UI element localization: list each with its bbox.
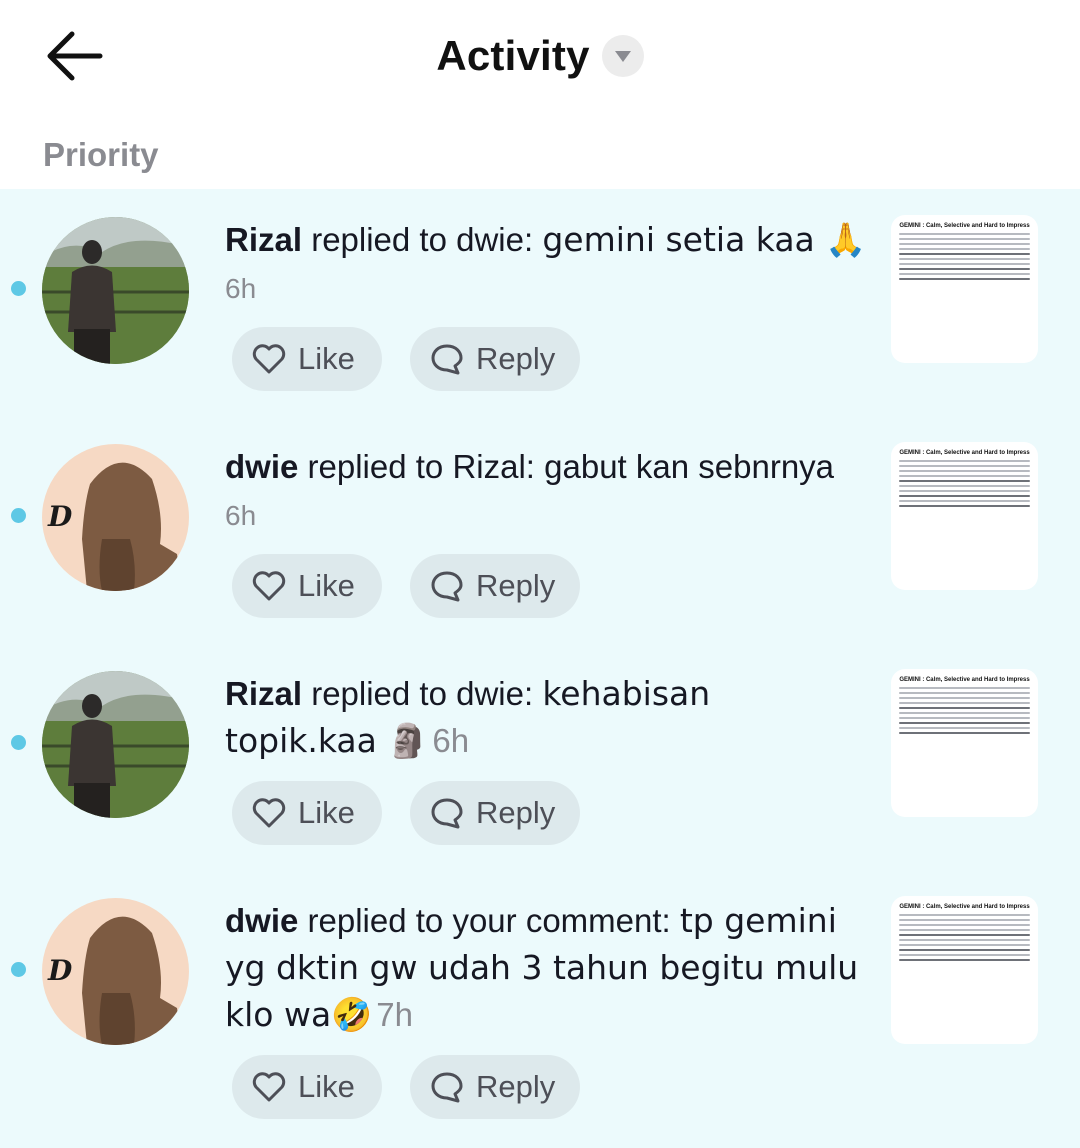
comment-message: gemini setia kaa 🙏 [542, 220, 867, 259]
hijab-avatar-icon: D [42, 444, 189, 591]
thumbnail-title: GEMINI : Calm, Selective and Hard to Imp… [899, 904, 1030, 910]
username[interactable]: dwie [225, 902, 298, 939]
like-button[interactable]: Like [232, 327, 382, 391]
activity-text: dwie replied to Rizal: gabut kan sebnrny… [225, 443, 870, 490]
reply-button[interactable]: Reply [410, 1055, 580, 1119]
post-thumbnail[interactable]: GEMINI : Calm, Selective and Hard to Imp… [891, 442, 1038, 590]
thumbnail-title: GEMINI : Calm, Selective and Hard to Imp… [899, 450, 1030, 456]
unread-dot [11, 735, 26, 750]
reply-label: Reply [476, 1069, 556, 1104]
like-label: Like [298, 1069, 355, 1104]
post-thumbnail[interactable]: GEMINI : Calm, Selective and Hard to Imp… [891, 215, 1038, 363]
svg-text:D: D [47, 500, 73, 533]
speech-bubble-icon [431, 1072, 463, 1103]
heart-icon [252, 344, 286, 374]
reply-label: Reply [476, 341, 556, 376]
section-label-priority: Priority [43, 136, 159, 173]
timestamp: 6h [225, 273, 257, 304]
timestamp: 7h [376, 996, 413, 1033]
timestamp: 6h [225, 500, 257, 531]
unread-dot [11, 281, 26, 296]
activity-text: Rizal replied to dwie: kehabisan topik.k… [225, 670, 785, 764]
heart-icon [252, 571, 286, 601]
like-label: Like [298, 568, 355, 603]
comment-message: gabut kan sebnrnya [544, 448, 835, 485]
svg-text:D: D [47, 954, 73, 987]
timestamp: 6h [432, 722, 470, 759]
avatar[interactable] [42, 217, 189, 364]
hijab-avatar-icon: D [42, 898, 189, 1045]
avatar[interactable]: D [42, 444, 189, 591]
thumbnail-title: GEMINI : Calm, Selective and Hard to Imp… [899, 677, 1030, 683]
activity-action: replied to dwie: [302, 221, 543, 258]
avatar[interactable] [42, 671, 189, 818]
landscape-avatar-icon [42, 671, 189, 818]
post-thumbnail[interactable]: GEMINI : Calm, Selective and Hard to Imp… [891, 896, 1038, 1044]
activity-action: replied to dwie: [302, 675, 543, 712]
title-group: Activity [0, 32, 1080, 80]
landscape-avatar-icon [42, 217, 189, 364]
thumbnail-title: GEMINI : Calm, Selective and Hard to Imp… [899, 223, 1030, 229]
reply-button[interactable]: Reply [410, 327, 580, 391]
username[interactable]: Rizal [225, 675, 302, 712]
dropdown-caret-icon[interactable] [601, 35, 644, 77]
reply-label: Reply [476, 795, 556, 830]
post-thumbnail[interactable]: GEMINI : Calm, Selective and Hard to Imp… [891, 669, 1038, 817]
like-label: Like [298, 341, 355, 376]
username[interactable]: dwie [225, 448, 298, 485]
activity-text: Rizal replied to dwie: gemini setia kaa … [225, 216, 870, 263]
reply-button[interactable]: Reply [410, 554, 580, 618]
speech-bubble-icon [431, 344, 463, 375]
avatar[interactable]: D [42, 898, 189, 1045]
header-bar: Activity [0, 0, 1080, 130]
heart-icon [252, 798, 286, 828]
like-button[interactable]: Like [232, 1055, 382, 1119]
unread-dot [11, 962, 26, 977]
username[interactable]: Rizal [225, 221, 302, 258]
reply-button[interactable]: Reply [410, 781, 580, 845]
page-title: Activity [436, 32, 590, 79]
activity-list: Rizal replied to dwie: gemini setia kaa … [0, 189, 1080, 1148]
heart-icon [252, 1072, 286, 1102]
speech-bubble-icon [431, 571, 463, 602]
speech-bubble-icon [431, 798, 463, 829]
like-button[interactable]: Like [232, 554, 382, 618]
activity-action: replied to your comment: [298, 902, 680, 939]
like-label: Like [298, 795, 355, 830]
unread-dot [11, 508, 26, 523]
activity-text: dwie replied to your comment: tp gemini … [225, 897, 870, 1038]
activity-action: replied to Rizal: [298, 448, 545, 485]
like-button[interactable]: Like [232, 781, 382, 845]
reply-label: Reply [476, 568, 556, 603]
